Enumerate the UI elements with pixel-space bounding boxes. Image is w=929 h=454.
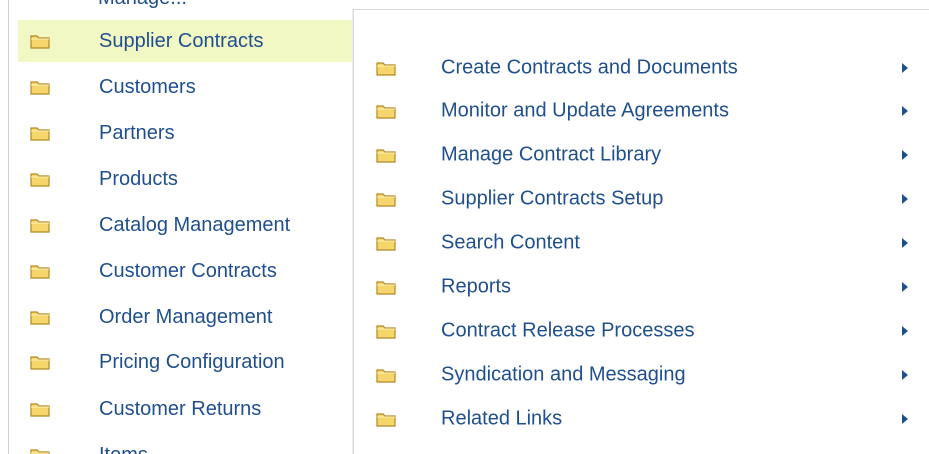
submenu-item-label: Contract Release Processes — [441, 319, 695, 342]
menu-item-products[interactable]: Products — [18, 158, 358, 200]
submenu-item-syndication[interactable]: Syndication and Messaging — [354, 355, 929, 395]
chevron-right-icon — [902, 414, 908, 424]
menu-item-partners[interactable]: Partners — [18, 112, 358, 154]
chevron-right-icon — [902, 326, 908, 336]
chevron-right-icon — [902, 282, 908, 292]
submenu-item-label: Reports — [441, 275, 512, 298]
folder-icon — [30, 309, 50, 325]
submenu-item-label: Supplier Contracts Setup — [441, 187, 664, 210]
menu-item-label: Customer Returns — [99, 397, 262, 420]
chevron-right-icon — [902, 194, 908, 204]
folder-icon — [376, 60, 396, 76]
menu-item-items[interactable]: Items — [18, 434, 358, 454]
menu-item-label: Catalog Management — [99, 213, 291, 236]
folder-icon — [376, 323, 396, 339]
submenu-item-reports[interactable]: Reports — [354, 267, 929, 307]
folder-icon — [30, 401, 50, 417]
cut-off-menu-label: Manage... — [98, 0, 187, 10]
menu-item-label: Customers — [99, 75, 196, 98]
menu-item-label: Customer Contracts — [99, 259, 277, 282]
menu-item-label: Partners — [99, 121, 175, 144]
folder-icon — [30, 125, 50, 141]
folder-icon — [376, 235, 396, 251]
submenu-item-label: Create Contracts and Documents — [441, 56, 738, 79]
submenu-item-label: Related Links — [441, 407, 563, 430]
folder-icon — [30, 263, 50, 279]
folder-icon — [30, 171, 50, 187]
menu-item-supplier-contracts[interactable]: Supplier Contracts — [18, 20, 358, 62]
submenu-item-search-content[interactable]: Search Content — [354, 223, 929, 263]
folder-icon — [30, 447, 50, 454]
submenu-item-related-links[interactable]: Related Links — [354, 399, 929, 439]
menu-item-customer-returns[interactable]: Customer Returns — [18, 388, 358, 430]
submenu-item-monitor-agreements[interactable]: Monitor and Update Agreements — [354, 91, 929, 131]
menu-item-order-management[interactable]: Order Management — [18, 296, 358, 338]
submenu-item-create-contracts[interactable]: Create Contracts and Documents — [354, 48, 929, 88]
folder-icon — [376, 367, 396, 383]
supplier-contracts-submenu: Create Contracts and Documents Monitor a… — [353, 9, 929, 454]
folder-icon — [376, 191, 396, 207]
menu-item-label: Pricing Configuration — [99, 350, 285, 373]
submenu-item-contracts-setup[interactable]: Supplier Contracts Setup — [354, 179, 929, 219]
chevron-right-icon — [902, 370, 908, 380]
menu-item-label: Supplier Contracts — [99, 29, 264, 52]
menu-item-label: Items — [99, 444, 148, 454]
menu-item-pricing-configuration[interactable]: Pricing Configuration — [18, 341, 358, 383]
chevron-right-icon — [902, 63, 908, 73]
folder-icon — [376, 279, 396, 295]
chevron-right-icon — [902, 150, 908, 160]
menu-item-label: Order Management — [99, 305, 273, 328]
submenu-item-label: Monitor and Update Agreements — [441, 99, 729, 122]
submenu-item-label: Syndication and Messaging — [441, 363, 686, 386]
chevron-right-icon — [902, 238, 908, 248]
navigation-menu-screen: Supplier Contracts Customers Partners Pr… — [0, 0, 929, 454]
menu-item-catalog-management[interactable]: Catalog Management — [18, 204, 358, 246]
folder-icon — [30, 217, 50, 233]
folder-icon — [30, 354, 50, 370]
folder-icon — [30, 33, 50, 49]
folder-icon — [376, 411, 396, 427]
submenu-item-label: Manage Contract Library — [441, 143, 662, 166]
folder-icon — [376, 147, 396, 163]
chevron-right-icon — [902, 106, 908, 116]
folder-icon — [376, 103, 396, 119]
menu-item-customer-contracts[interactable]: Customer Contracts — [18, 250, 358, 292]
submenu-item-manage-library[interactable]: Manage Contract Library — [354, 135, 929, 175]
submenu-item-label: Search Content — [441, 231, 580, 254]
folder-icon — [30, 79, 50, 95]
menu-item-label: Products — [99, 167, 178, 190]
menu-item-customers[interactable]: Customers — [18, 66, 358, 108]
submenu-item-release-processes[interactable]: Contract Release Processes — [354, 311, 929, 351]
